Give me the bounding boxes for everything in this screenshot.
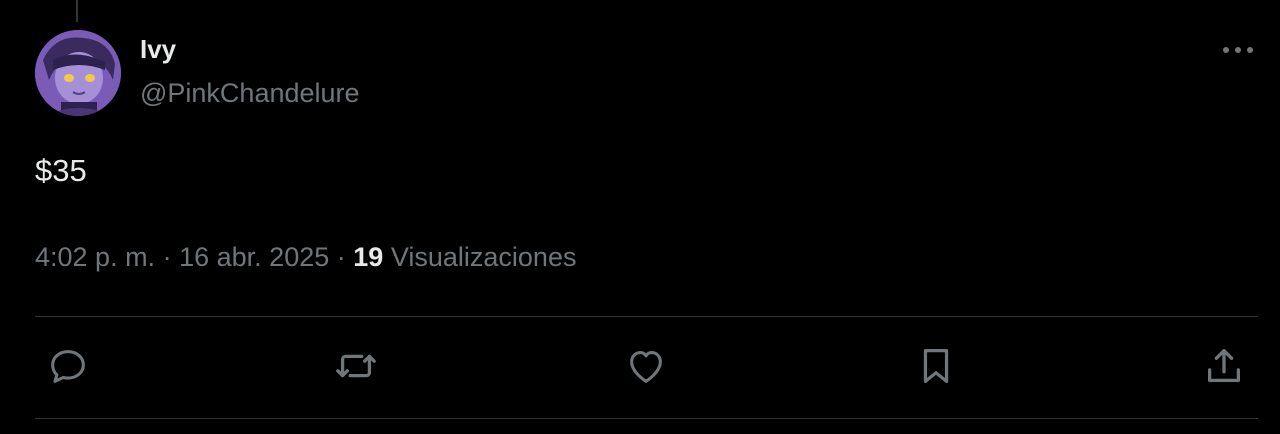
thread-connector-line xyxy=(76,0,78,22)
heart-icon xyxy=(630,351,662,383)
bookmark-icon xyxy=(923,349,949,383)
divider xyxy=(35,418,1258,419)
tweet-detail: Ivy @PinkChandelure $35 4:02 p. m. · 16 … xyxy=(0,0,1280,434)
tweet-time[interactable]: 4:02 p. m. xyxy=(35,242,155,272)
username-handle[interactable]: @PinkChandelure xyxy=(140,77,360,109)
views-count[interactable]: 19 xyxy=(353,242,383,272)
meta-separator: · xyxy=(162,242,172,272)
like-button[interactable] xyxy=(622,342,670,390)
more-dots-icon xyxy=(1223,47,1253,53)
reply-button[interactable] xyxy=(44,342,92,390)
bookmark-button[interactable] xyxy=(912,342,960,390)
retweet-icon xyxy=(336,354,376,378)
tweet-metadata: 4:02 p. m. · 16 abr. 2025 · 19 Visualiza… xyxy=(35,240,576,274)
avatar[interactable] xyxy=(35,30,121,116)
tweet-date[interactable]: 16 abr. 2025 xyxy=(179,242,329,272)
views-label[interactable]: Visualizaciones xyxy=(391,242,577,272)
share-button[interactable] xyxy=(1200,342,1248,390)
display-name[interactable]: Ivy xyxy=(140,34,176,64)
avatar-illustration xyxy=(35,30,121,116)
retweet-button[interactable] xyxy=(332,342,380,390)
meta-separator: · xyxy=(336,242,346,272)
reply-icon xyxy=(51,350,85,383)
tweet-text: $35 xyxy=(35,153,87,188)
divider xyxy=(35,316,1258,317)
more-options-button[interactable] xyxy=(1218,36,1258,64)
share-icon xyxy=(1207,349,1241,383)
